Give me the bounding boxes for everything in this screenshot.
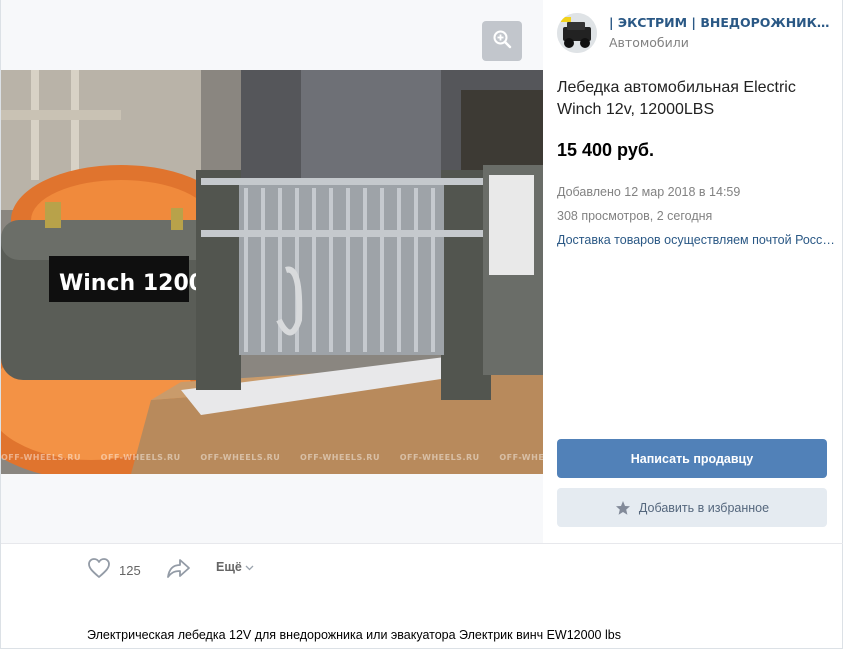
group-name-link[interactable]: | ЭКСТРИМ | ВНЕДОРОЖНИКИ | АВТО (609, 15, 839, 30)
star-icon (615, 500, 631, 516)
item-title: Лебедка автомобильная Electric Winch 12v… (557, 79, 796, 118)
product-photo[interactable]: Winch 12000lb OFF-WHEELS.RU OFF-WHEELS.R… (1, 70, 543, 474)
zoom-button[interactable] (482, 21, 522, 61)
item-description: Электрическая лебедка 12V для внедорожни… (87, 628, 621, 642)
photo-watermark: OFF-WHEELS.RU OFF-WHEELS.RU OFF-WHEELS.R… (1, 453, 543, 462)
item-added-date: Добавлено 12 мар 2018 в 14:59 (557, 185, 741, 199)
item-price: 15 400 руб. (557, 140, 654, 160)
delivery-info-link[interactable]: Доставка товаров осуществляем почтой Рос… (557, 233, 835, 247)
like-button[interactable]: 125 (87, 557, 141, 583)
heart-icon (87, 557, 111, 583)
add-to-favorites-label: Добавить в избранное (638, 500, 770, 515)
like-count: 125 (119, 562, 141, 578)
chevron-down-icon (245, 560, 254, 574)
zoom-in-icon (492, 29, 512, 53)
item-views: 308 просмотров, 2 сегодня (557, 209, 713, 223)
more-label: Ещё (216, 560, 242, 574)
contact-seller-button[interactable]: Написать продавцу (557, 439, 827, 478)
more-menu-button[interactable]: Ещё (216, 560, 254, 574)
group-avatar[interactable] (557, 13, 597, 53)
share-button[interactable] (166, 557, 192, 583)
market-item-card: Winch 12000lb OFF-WHEELS.RU OFF-WHEELS.R… (0, 0, 843, 649)
group-category: Автомобили (609, 35, 689, 50)
post-actions-bar: 125 Ещё (1, 544, 843, 594)
share-arrow-icon (166, 559, 192, 583)
offroad-car-icon (557, 13, 597, 53)
item-info-panel: | ЭКСТРИМ | ВНЕДОРОЖНИКИ | АВТО Автомоби… (543, 0, 843, 543)
photo-area: Winch 12000lb OFF-WHEELS.RU OFF-WHEELS.R… (1, 0, 543, 543)
add-to-favorites-button[interactable]: Добавить в избранное (557, 488, 827, 527)
